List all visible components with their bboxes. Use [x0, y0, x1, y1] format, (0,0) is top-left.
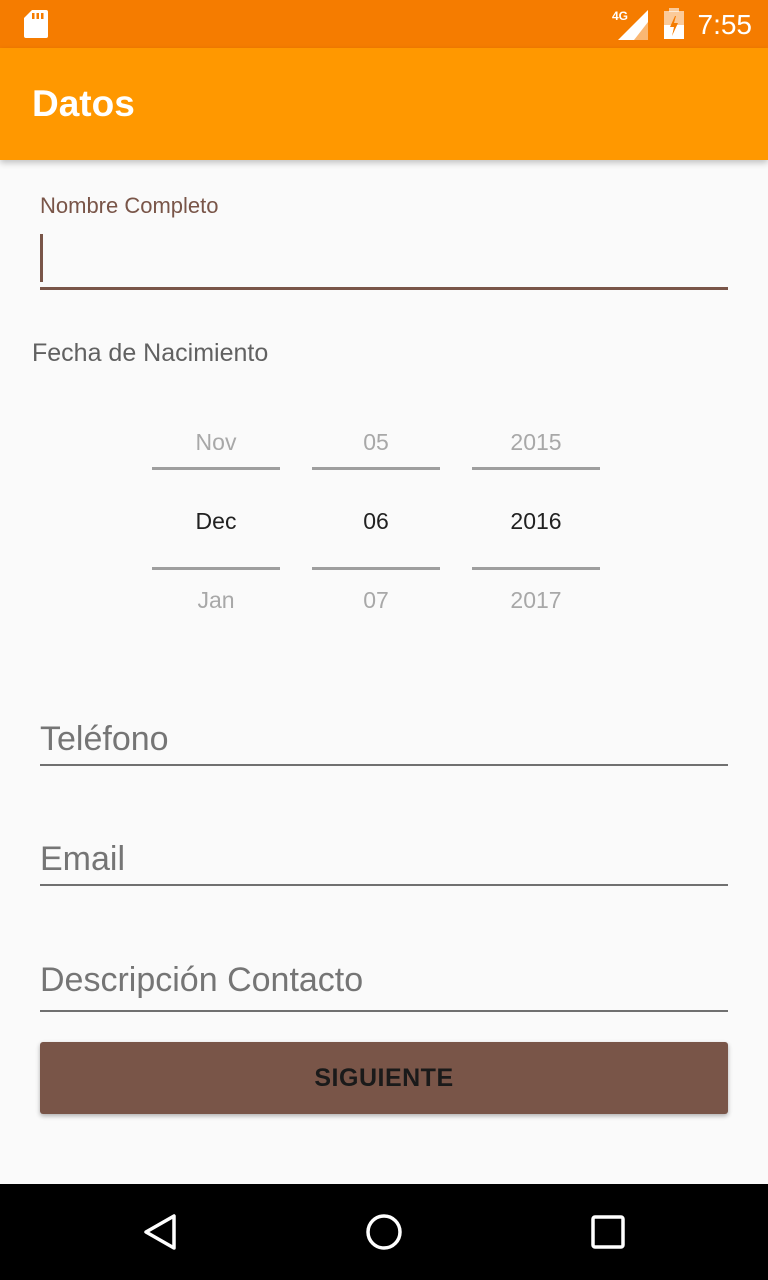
- text-cursor: [40, 234, 43, 282]
- home-icon[interactable]: [364, 1212, 404, 1252]
- day-divider-bottom: [312, 567, 440, 570]
- month-divider-bottom: [152, 567, 280, 570]
- day-prev[interactable]: 05: [312, 420, 440, 464]
- month-current[interactable]: Dec: [152, 499, 280, 543]
- phone-input[interactable]: [40, 714, 728, 766]
- month-prev[interactable]: Nov: [152, 420, 280, 464]
- status-bar: 4G 7:55: [0, 0, 768, 48]
- month-picker[interactable]: Nov Dec Jan: [152, 420, 280, 620]
- sd-card-icon: [24, 10, 48, 38]
- day-current[interactable]: 06: [312, 499, 440, 543]
- signal-icon: 4G: [612, 9, 648, 40]
- status-time: 7:55: [697, 9, 753, 40]
- month-next[interactable]: Jan: [152, 578, 280, 622]
- recents-icon[interactable]: [588, 1212, 628, 1252]
- description-input[interactable]: [40, 950, 728, 1012]
- next-button[interactable]: SIGUIENTE: [40, 1042, 728, 1114]
- birthdate-label: Fecha de Nacimiento: [32, 339, 269, 367]
- back-icon[interactable]: [140, 1212, 180, 1252]
- battery-icon: [664, 8, 684, 39]
- network-type-label: 4G: [612, 9, 628, 23]
- page-title: Datos: [32, 83, 135, 124]
- month-divider-top: [152, 467, 280, 470]
- year-current[interactable]: 2016: [472, 499, 600, 543]
- name-field-label: Nombre Completo: [40, 193, 219, 218]
- app-bar: Datos: [0, 48, 768, 160]
- year-prev[interactable]: 2015: [472, 420, 600, 464]
- year-divider-top: [472, 467, 600, 470]
- year-next[interactable]: 2017: [472, 578, 600, 622]
- year-divider-bottom: [472, 567, 600, 570]
- day-next[interactable]: 07: [312, 578, 440, 622]
- email-input[interactable]: [40, 834, 728, 886]
- day-picker[interactable]: 05 06 07: [312, 420, 440, 620]
- day-divider-top: [312, 467, 440, 470]
- navigation-bar: [0, 1184, 768, 1280]
- name-input[interactable]: [40, 230, 728, 290]
- year-picker[interactable]: 2015 2016 2017: [472, 420, 600, 620]
